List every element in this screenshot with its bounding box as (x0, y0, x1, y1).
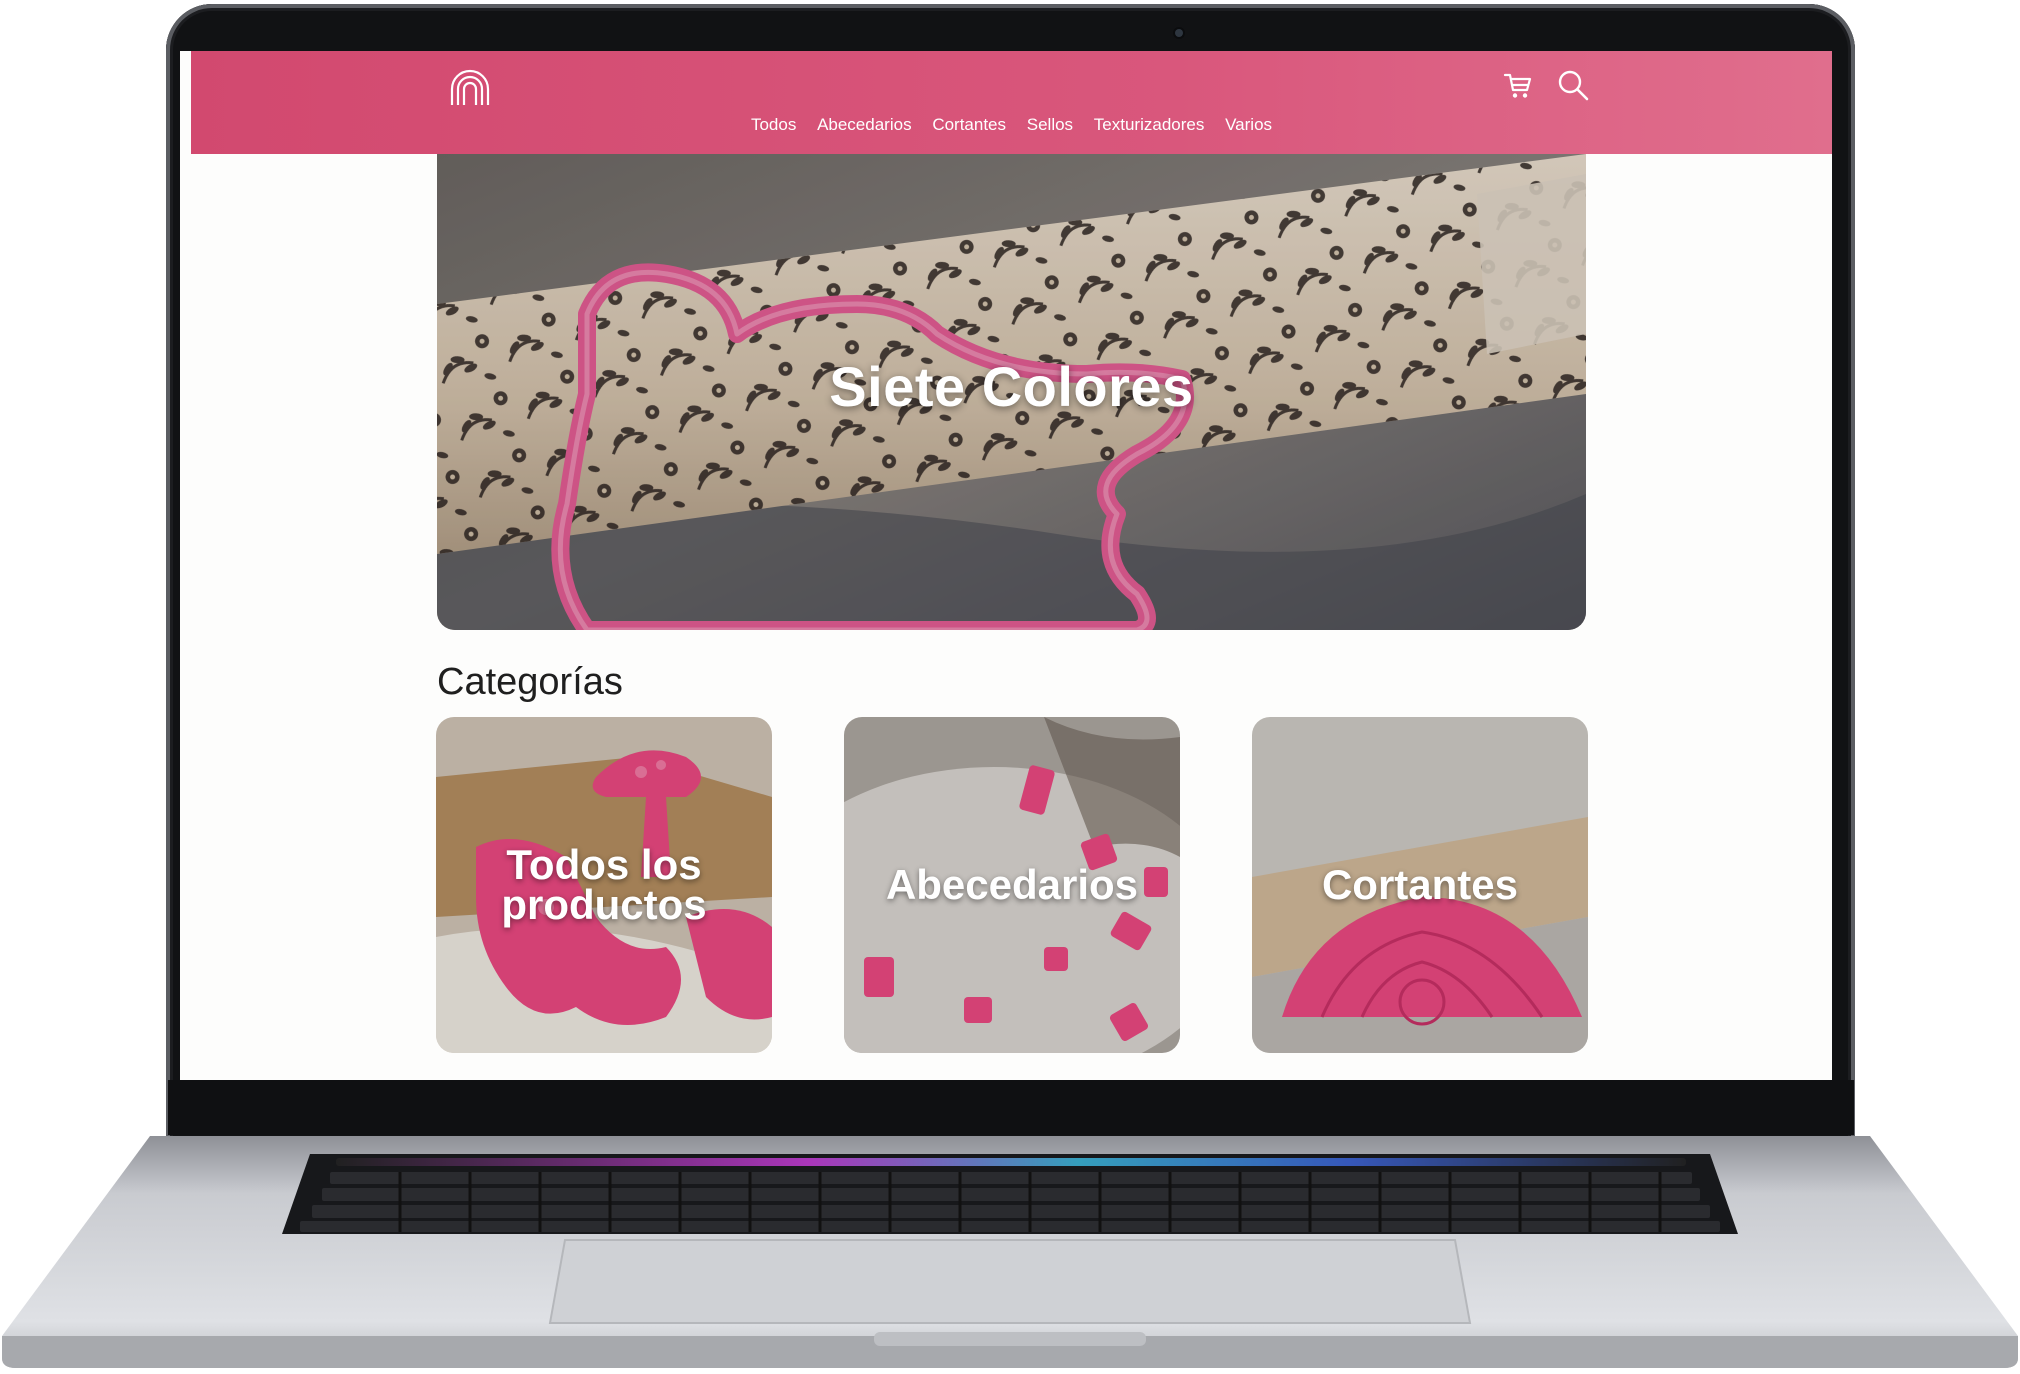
category-label-todos: Todos los productos (436, 841, 772, 928)
rainbow-logo-icon[interactable] (448, 67, 492, 107)
search-icon[interactable] (1556, 68, 1590, 102)
nav-item-sellos[interactable]: Sellos (1027, 115, 1073, 135)
keyboard-deck (2, 1136, 2018, 1368)
nav-item-todos[interactable]: Todos (751, 115, 796, 135)
laptop-screen: Todos Abecedarios Cortantes Sellos Textu… (180, 51, 1832, 1080)
nav-item-varios[interactable]: Varios (1225, 115, 1272, 135)
category-label-cortantes: Cortantes (1252, 861, 1588, 908)
nav-item-cortantes[interactable]: Cortantes (932, 115, 1006, 135)
main-nav: Todos Abecedarios Cortantes Sellos Textu… (191, 115, 1832, 135)
hero-banner: Siete Colores (437, 154, 1586, 630)
laptop-base (0, 1136, 2020, 1372)
site-header: Todos Abecedarios Cortantes Sellos Textu… (191, 51, 1832, 154)
category-label-line1: Abecedarios (885, 861, 1139, 908)
cart-icon[interactable] (1503, 71, 1533, 101)
category-label-line1: Cortantes (1321, 861, 1519, 908)
category-label-line1: Todos los (506, 841, 702, 888)
category-card-abecedarios[interactable]: Abecedarios (844, 717, 1180, 1053)
nav-item-abecedarios[interactable]: Abecedarios (817, 115, 912, 135)
hero-title: Siete Colores (829, 355, 1194, 418)
nav-item-texturizadores[interactable]: Texturizadores (1094, 115, 1205, 135)
category-label-line2: productos (501, 881, 707, 928)
camera-icon (1175, 29, 1183, 37)
screen-bezel-bottom (168, 1080, 1854, 1135)
category-card-cortantes[interactable]: Cortantes (1252, 717, 1588, 1053)
category-label-abecedarios: Abecedarios (844, 861, 1180, 908)
categories-heading: Categorías (437, 661, 623, 703)
category-card-todos[interactable]: Todos los productos (436, 717, 772, 1053)
